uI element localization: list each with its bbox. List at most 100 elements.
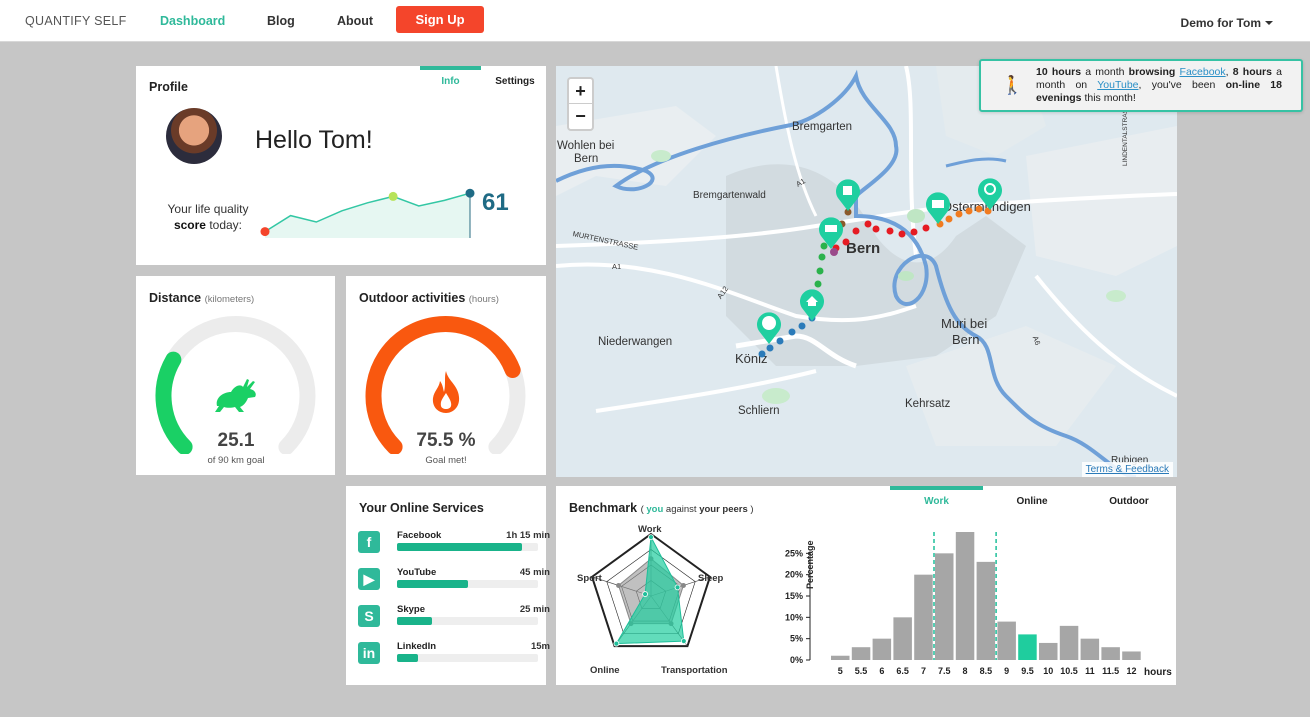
histogram-x-tick: 12 — [1126, 666, 1136, 676]
service-progress-fill — [397, 654, 419, 662]
radar-you-point — [674, 584, 681, 591]
radar-label-sport: Sport — [577, 573, 602, 584]
service-progress-fill — [397, 543, 523, 551]
outdoor-title: Outdoor activities (hours) — [359, 291, 499, 305]
histogram-x-tick: 10.5 — [1060, 666, 1078, 676]
radar-label-sleep: Sleep — [698, 573, 724, 584]
histogram-bar — [1059, 625, 1079, 660]
radar-peers-point — [680, 582, 686, 588]
linkedin-icon: in — [358, 642, 380, 664]
histogram-x-tick: 9.5 — [1021, 666, 1034, 676]
histogram-x-tick: 8.5 — [980, 666, 993, 676]
radar-label-online: Online — [590, 665, 620, 676]
histogram-bar — [851, 647, 871, 660]
benchmark-title: Benchmark ( you against your peers ) — [569, 501, 754, 515]
user-menu[interactable]: Demo for Tom — [1181, 16, 1273, 30]
service-row[interactable]: f Facebook 1h 15 min — [358, 530, 550, 560]
hiking-marker-icon[interactable] — [756, 311, 782, 345]
user-menu-label: Demo for Tom — [1180, 16, 1261, 30]
rabbit-icon — [215, 379, 256, 412]
service-progress — [397, 654, 538, 662]
sparkline-start-point — [260, 227, 270, 237]
zoom-control: + − — [567, 77, 594, 131]
service-name: Facebook — [397, 530, 442, 541]
service-progress-fill — [397, 580, 468, 588]
distance-value: 25.1 — [217, 430, 255, 451]
histogram-x-tick: 7.5 — [938, 666, 951, 676]
histogram-bar — [955, 532, 975, 660]
profile-title: Profile — [149, 80, 188, 94]
online-services-panel: Your Online Services f Facebook 1h 15 min ▶… — [346, 486, 550, 685]
histogram-x-tick: 11 — [1085, 666, 1095, 676]
outdoor-panel: Outdoor activities (hours) 75.5 % Goal m… — [346, 276, 546, 475]
life-quality-sparkline — [260, 188, 475, 238]
activity-notification[interactable]: 🚶 10 hours a month browsing Facebook, 8 … — [979, 59, 1303, 112]
benchmark-panel: Benchmark ( you against your peers ) Wor… — [556, 486, 1176, 685]
histogram-bar — [831, 655, 850, 660]
shopping-marker-icon[interactable] — [818, 216, 844, 250]
histogram-y-tick: 0% — [790, 655, 803, 665]
histogram-bar — [1080, 638, 1100, 660]
service-row[interactable]: S Skype 25 min — [358, 604, 550, 634]
fire-icon — [432, 371, 460, 413]
zoom-out-button[interactable]: − — [569, 104, 592, 129]
histogram-bar — [935, 553, 954, 660]
zoom-in-button[interactable]: + — [569, 79, 592, 104]
notification-text: 10 hours a month browsing Facebook, 8 ho… — [1036, 66, 1282, 104]
tab-outdoor[interactable]: Outdoor — [1083, 486, 1175, 512]
service-time: 15m — [530, 641, 550, 652]
greeting: Hello Tom! — [255, 126, 373, 154]
histogram-bar — [893, 617, 912, 660]
profile-panel: Profile Info Settings Hello Tom! Your li… — [136, 66, 546, 265]
activity-map[interactable]: Bremgarten Wohlen bei Bern Bremgartenwal… — [556, 66, 1177, 477]
service-row[interactable]: in LinkedIn 15m — [358, 641, 550, 671]
service-name: Skype — [397, 604, 425, 615]
histogram-x-tick: 9 — [1004, 666, 1009, 676]
histogram-x-tick: 11.5 — [1102, 666, 1119, 676]
histogram-bar — [997, 621, 1016, 660]
tab-online[interactable]: Online — [986, 486, 1078, 512]
radar-peers-point — [616, 582, 622, 588]
youtube-link[interactable]: YouTube — [1097, 79, 1138, 91]
sparkline-peak-point — [388, 191, 398, 201]
life-quality-score: 61 — [482, 189, 509, 216]
nav-dashboard[interactable]: Dashboard — [160, 14, 225, 28]
benchmark-radar — [590, 532, 712, 648]
facebook-icon: f — [358, 531, 380, 553]
histogram-x-tick: 7 — [921, 666, 926, 676]
outdoor-value: 75.5 % — [416, 430, 476, 451]
radar-label-work: Work — [638, 524, 662, 535]
nav-about[interactable]: About — [337, 14, 373, 28]
histogram-y-tick: 20% — [785, 570, 803, 580]
sparkline-area — [265, 193, 470, 238]
service-name: YouTube — [397, 567, 437, 578]
tab-info[interactable]: Info — [420, 66, 481, 92]
signup-button[interactable]: Sign Up — [396, 6, 484, 33]
map-terms-link[interactable]: Terms & Feedback — [1081, 462, 1173, 477]
service-name: LinkedIn — [397, 641, 437, 652]
histogram-x-tick: 6 — [879, 666, 884, 676]
histogram-bar — [1122, 651, 1141, 660]
radar-label-transportation: Transportation — [661, 665, 728, 676]
tab-settings[interactable]: Settings — [486, 66, 544, 92]
distance-goal: of 90 km goal — [207, 455, 265, 466]
nav-blog[interactable]: Blog — [267, 14, 295, 28]
histogram-bar — [1101, 647, 1120, 660]
tab-work[interactable]: Work — [890, 486, 983, 512]
histogram-bar — [1018, 634, 1037, 660]
search-marker-icon[interactable] — [977, 177, 1003, 211]
histogram-bar — [976, 561, 996, 660]
service-row[interactable]: ▶ YouTube 45 min — [358, 567, 550, 597]
home-marker-icon[interactable] — [799, 288, 825, 322]
histogram-y-tick: 5% — [790, 634, 803, 644]
facebook-link[interactable]: Facebook — [1180, 66, 1226, 78]
histogram-bar — [872, 638, 892, 660]
avatar — [166, 108, 222, 164]
brand-logo[interactable]: QUANTIFY SELF — [25, 14, 127, 28]
coffee-marker-icon[interactable] — [835, 178, 861, 212]
services-title: Your Online Services — [359, 501, 484, 515]
radar-you-point — [680, 638, 687, 645]
sparkline-end-point — [465, 188, 475, 198]
work-marker-icon[interactable] — [925, 191, 951, 225]
histogram-y-tick: 15% — [785, 591, 803, 601]
